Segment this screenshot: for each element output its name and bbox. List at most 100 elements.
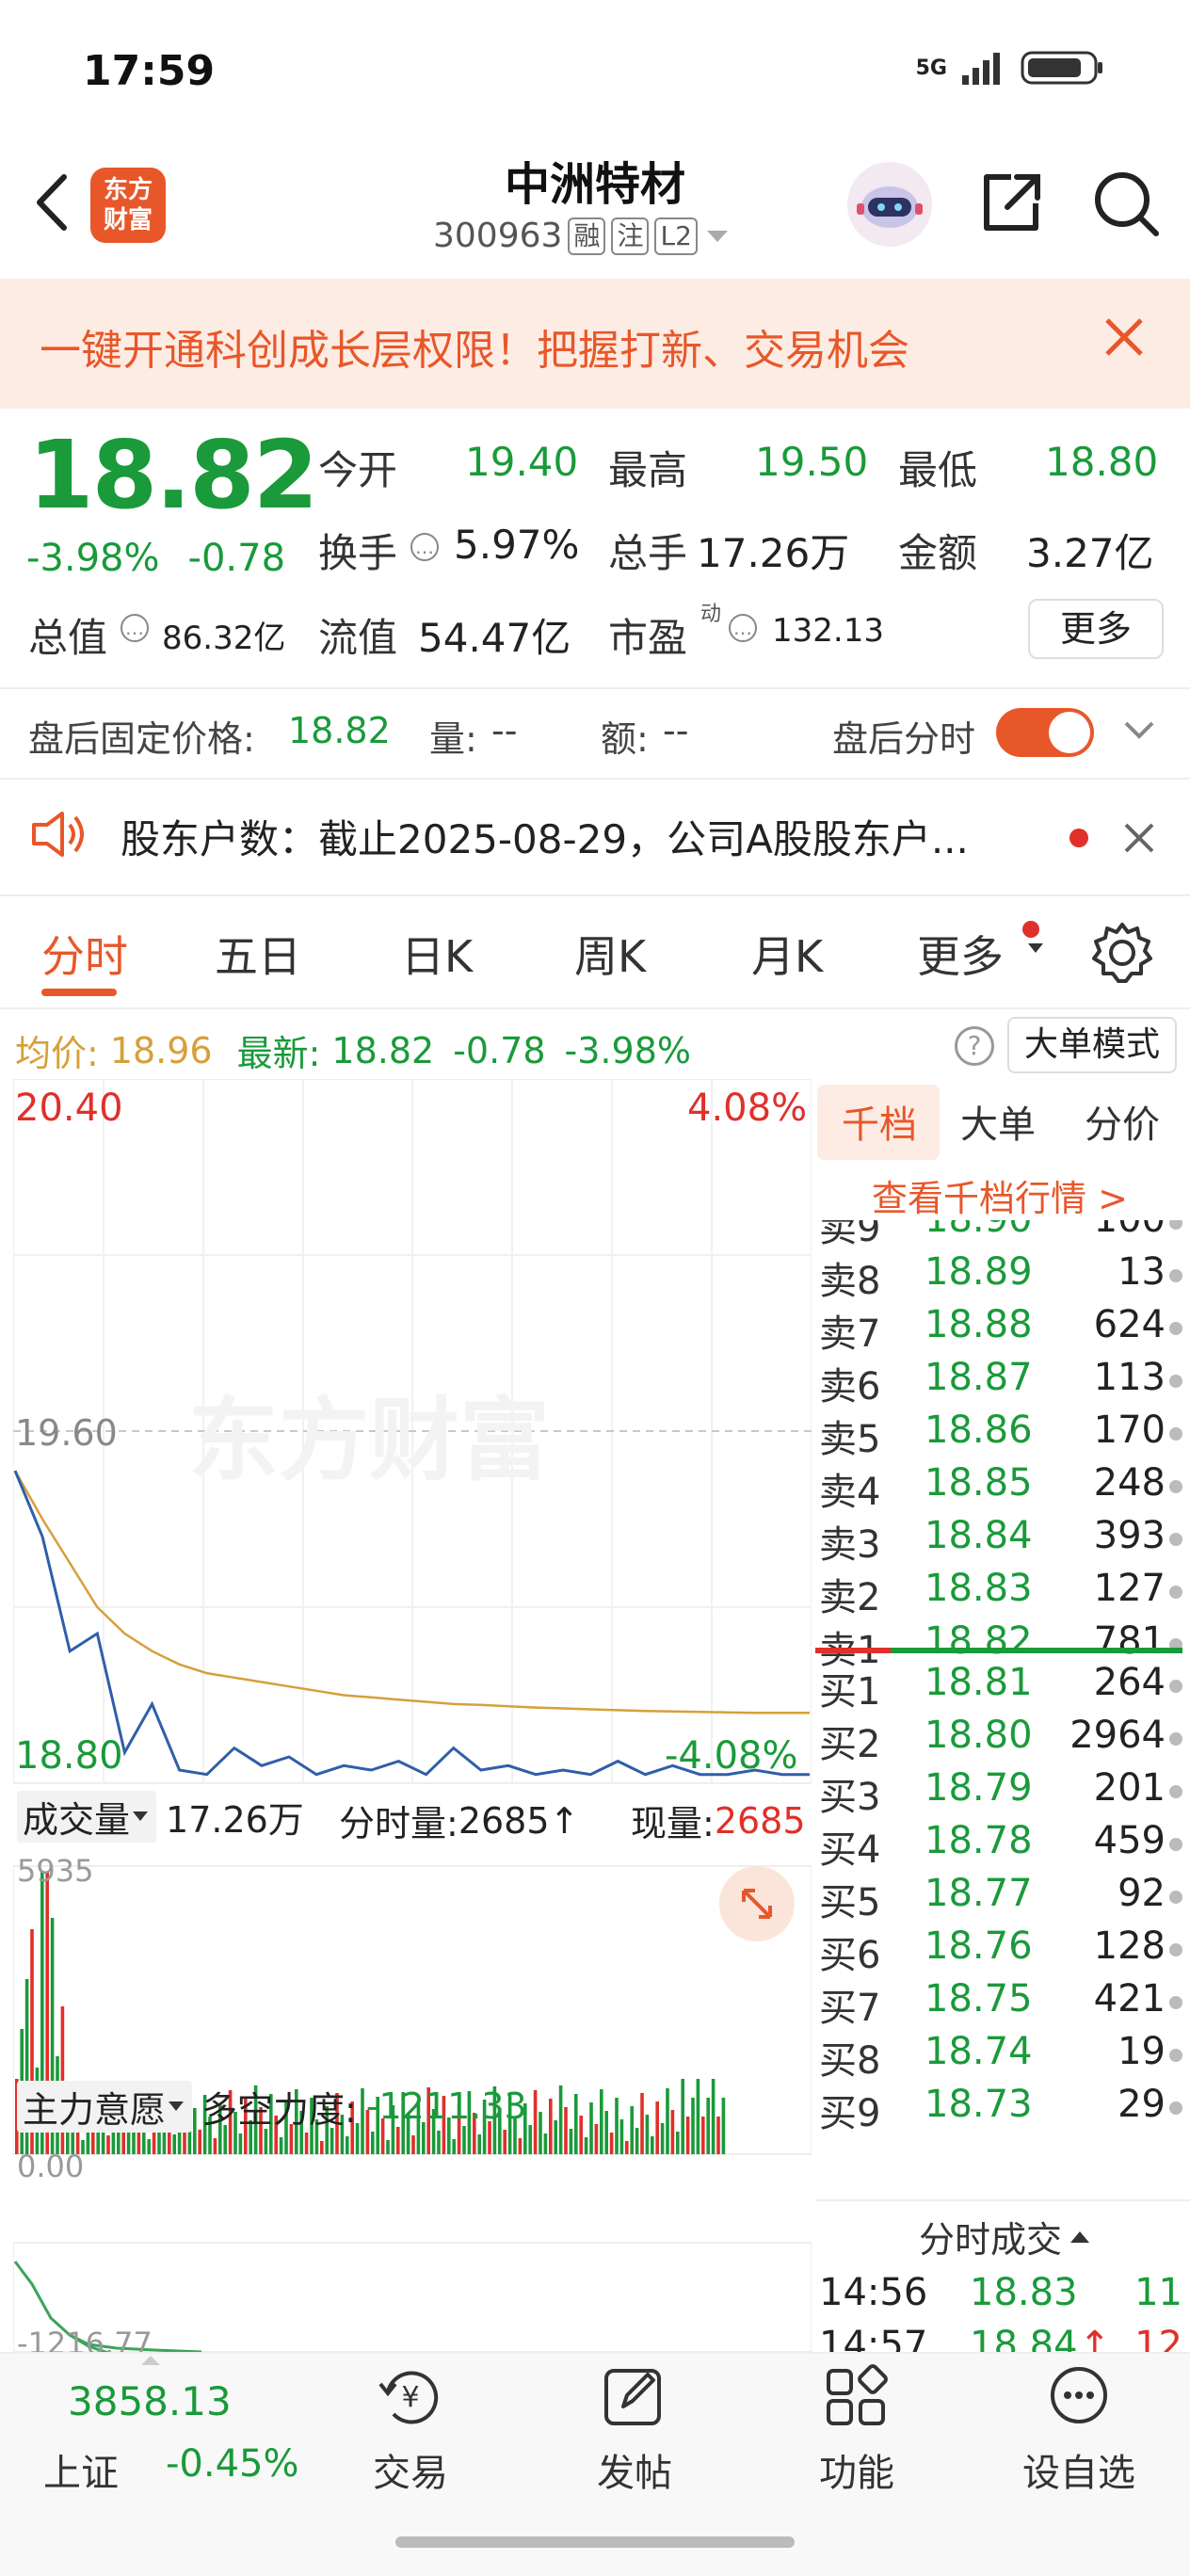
info-icon[interactable]: …: [729, 614, 757, 642]
order-dot: [1169, 1375, 1182, 1388]
volume-bar: [539, 2112, 542, 2154]
order-volume: 393: [1093, 1514, 1166, 1557]
volume-selector[interactable]: 成交量: [17, 1790, 157, 1843]
index-change[interactable]: -0.45%: [166, 2442, 299, 2486]
volume-total: 17.26万: [166, 1798, 304, 1841]
info-icon[interactable]: …: [121, 614, 149, 642]
search-icon[interactable]: [1088, 166, 1164, 241]
battery-icon: [1021, 51, 1102, 85]
order-book-row[interactable]: 买9 18.73 29: [815, 2083, 1182, 2135]
tab-price-dist[interactable]: 分价: [1085, 1094, 1160, 1149]
latest-value: 18.82: [331, 1029, 435, 1071]
order-book-row[interactable]: 卖4 18.85 248: [815, 1461, 1182, 1514]
volume-bar: [660, 2123, 665, 2154]
order-level-label: 买6: [819, 1934, 881, 1977]
order-price: 18.76: [925, 1924, 1033, 1968]
home-indicator[interactable]: [395, 2536, 795, 2548]
promo-banner-text[interactable]: 一键开通科创成长层权限！把握打新、交易机会: [40, 316, 909, 377]
volume-bar: [666, 2088, 669, 2154]
y-top-label: 20.40: [15, 1087, 123, 1130]
order-volume: 264: [1093, 1661, 1166, 1704]
force-selector[interactable]: 主力意愿: [17, 2080, 193, 2133]
nav-functions[interactable]: 功能: [772, 2363, 941, 2497]
index-name[interactable]: 上证: [43, 2442, 119, 2497]
open-value: 19.40: [465, 439, 579, 485]
order-volume: 201: [1093, 1766, 1166, 1810]
order-book-row[interactable]: 买3 18.79 201: [815, 1766, 1182, 1819]
tab-more[interactable]: 更多: [917, 923, 1004, 985]
avg-value: 18.96: [109, 1029, 213, 1071]
order-volume: 624: [1093, 1303, 1166, 1346]
order-book-row[interactable]: 卖7 18.88 624: [815, 1303, 1182, 1356]
volume-bar: [213, 2138, 217, 2154]
order-dot: [1169, 1586, 1182, 1599]
volume-bar: [437, 2131, 441, 2154]
after-hours-toggle[interactable]: [996, 708, 1094, 757]
order-book-row[interactable]: 买6 18.76 128: [815, 1924, 1182, 1977]
after-hours-vol: --: [491, 710, 518, 751]
expand-button[interactable]: [719, 1866, 795, 1941]
chevron-down-icon: [169, 2101, 185, 2111]
chevron-down-icon[interactable]: [1120, 716, 1158, 744]
volume-bar: [655, 2101, 659, 2154]
order-book-list[interactable]: 卖918.90100卖818.8913卖718.88624卖618.87113卖…: [815, 1220, 1190, 2199]
tab-intraday[interactable]: 分时: [41, 923, 128, 985]
order-book-row[interactable]: 买5 18.77 92: [815, 1872, 1182, 1924]
tab-order-depth[interactable]: 千档: [842, 1094, 917, 1149]
tab-monthly-k[interactable]: 月K: [751, 923, 823, 985]
big-order-mode-button[interactable]: 大单模式: [1007, 1017, 1177, 1073]
order-price: 18.75: [925, 1977, 1033, 2021]
unread-dot: [1069, 829, 1088, 847]
stock-code-row[interactable]: 300963 融 注 L2: [433, 217, 732, 255]
volume-bar: [706, 2098, 710, 2154]
order-book-row[interactable]: 买8 18.74 19: [815, 2030, 1182, 2083]
index-value[interactable]: 3858.13: [68, 2378, 232, 2424]
help-icon[interactable]: ?: [955, 1026, 994, 1066]
nav-trade[interactable]: ¥ 交易: [326, 2363, 495, 2497]
settings-gear-icon[interactable]: [1090, 921, 1154, 985]
change-amount: -0.78: [187, 537, 286, 580]
ticks-header[interactable]: 分时成交: [919, 2211, 1092, 2262]
y-top-pct-label: 4.08%: [687, 1087, 808, 1130]
speaker-icon: [32, 812, 84, 857]
order-price: 18.90: [925, 1220, 1033, 1241]
close-icon[interactable]: [1120, 819, 1158, 857]
tab-weekly-k[interactable]: 周K: [574, 923, 646, 985]
intraday-chart[interactable]: [13, 1079, 812, 2352]
nav-watchlist[interactable]: 设自选: [994, 2363, 1164, 2497]
order-dot: [1169, 1838, 1182, 1851]
latest-pct: -3.98%: [564, 1029, 691, 1071]
volume-bar: [630, 2106, 634, 2154]
tab-five-day[interactable]: 五日: [215, 923, 301, 985]
market-cap-value: 86.32亿: [162, 620, 286, 657]
shareholder-notice[interactable]: 股东户数：截止2025-08-29，公司A股股东户...: [121, 808, 969, 865]
share-icon[interactable]: [973, 166, 1049, 241]
y-bottom-label: 18.80: [15, 1734, 123, 1778]
order-book-row[interactable]: 卖2 18.83 127: [815, 1567, 1182, 1619]
order-book-row[interactable]: 买2 18.80 2964: [815, 1714, 1182, 1766]
robot-assistant-icon[interactable]: [847, 162, 932, 247]
order-book-row[interactable]: 卖5 18.86 170: [815, 1409, 1182, 1461]
level2-tag: L2: [654, 217, 698, 255]
order-book-row[interactable]: 买7 18.75 421: [815, 1977, 1182, 2030]
low-label: 最低: [898, 447, 978, 493]
volume-bar: [651, 2136, 654, 2154]
order-book-row[interactable]: 买4 18.78 459: [815, 1819, 1182, 1872]
info-icon[interactable]: …: [410, 533, 439, 561]
order-book-row[interactable]: 卖3 18.84 393: [815, 1514, 1182, 1567]
tab-big-orders[interactable]: 大单: [960, 1094, 1036, 1149]
nav-post[interactable]: 发帖: [550, 2363, 719, 2497]
order-book-row[interactable]: 卖9 18.90 100: [815, 1220, 1182, 1250]
tick-list[interactable]: 14:56 18.83 11 14:57 18.84 ↑ 12: [815, 2271, 1190, 2352]
more-button[interactable]: 更多: [1028, 599, 1164, 659]
pe-dynamic-mark: 动: [700, 603, 722, 626]
order-book-row[interactable]: 卖6 18.87 113: [815, 1356, 1182, 1409]
order-dot: [1169, 2101, 1182, 2115]
tab-daily-k[interactable]: 日K: [401, 923, 473, 985]
close-icon[interactable]: [1098, 311, 1150, 363]
view-depth-link[interactable]: 查看千档行情 >: [872, 1169, 1128, 1221]
order-book-row[interactable]: 买1 18.81 264: [815, 1661, 1182, 1714]
order-book-row[interactable]: 卖8 18.89 13: [815, 1250, 1182, 1303]
volume-bar: [371, 2132, 375, 2154]
volume-bar: [635, 2128, 639, 2154]
